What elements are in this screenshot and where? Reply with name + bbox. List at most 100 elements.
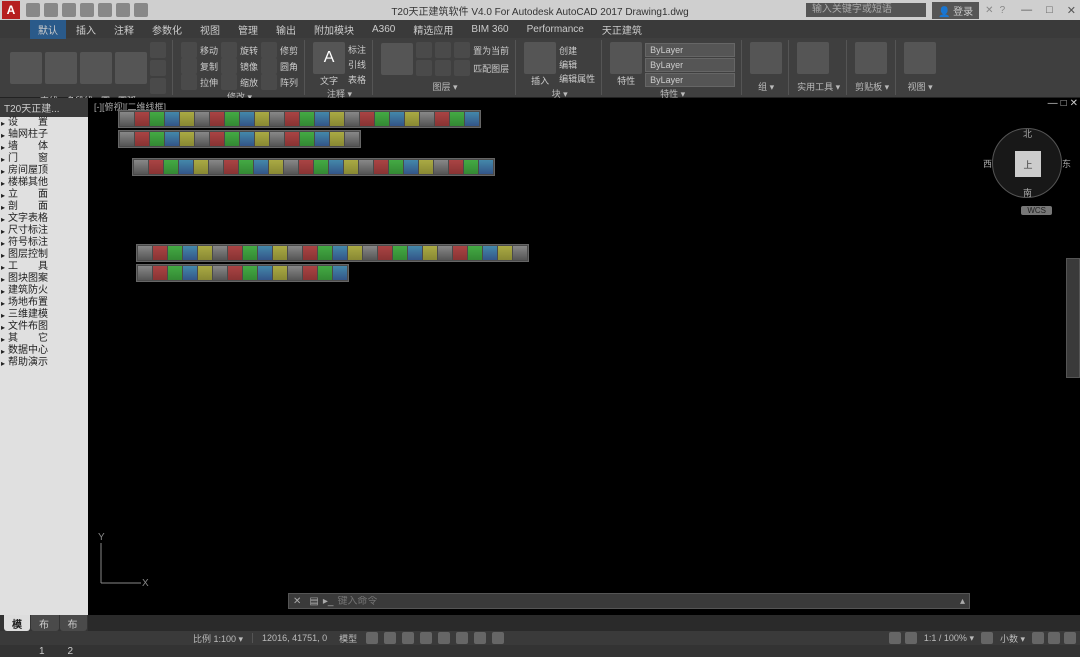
- ft5-btn-9[interactable]: [273, 266, 287, 280]
- sidepanel-title[interactable]: T20天正建...: [0, 98, 88, 117]
- linetype-combo[interactable]: ByLayer: [645, 73, 735, 87]
- ft4-btn-17[interactable]: [393, 246, 407, 260]
- wcs-badge[interactable]: WCS: [1021, 206, 1052, 215]
- status-osnap-icon[interactable]: [438, 632, 450, 644]
- layer-props-button[interactable]: [381, 43, 413, 75]
- ft1-btn-15[interactable]: [345, 112, 359, 126]
- ft4-btn-16[interactable]: [378, 246, 392, 260]
- ft4-btn-18[interactable]: [408, 246, 422, 260]
- ft3-btn-1[interactable]: [149, 160, 163, 174]
- ft4-btn-1[interactable]: [153, 246, 167, 260]
- ft4-btn-6[interactable]: [228, 246, 242, 260]
- ft2-btn-14[interactable]: [330, 132, 344, 146]
- text-button[interactable]: A: [313, 42, 345, 74]
- ft4-btn-14[interactable]: [348, 246, 362, 260]
- ft4-btn-0[interactable]: [138, 246, 152, 260]
- status-fullscreen-icon[interactable]: [1048, 632, 1060, 644]
- array-icon[interactable]: [261, 74, 277, 90]
- ft2-btn-10[interactable]: [270, 132, 284, 146]
- status-transparency-icon[interactable]: [492, 632, 504, 644]
- ft5-btn-8[interactable]: [258, 266, 272, 280]
- viewcube[interactable]: 北 西 东 南 上: [992, 128, 1062, 198]
- ft2-btn-13[interactable]: [315, 132, 329, 146]
- ft4-btn-24[interactable]: [498, 246, 512, 260]
- basepoint-button[interactable]: [904, 42, 936, 74]
- ft1-btn-16[interactable]: [360, 112, 374, 126]
- layer-icon-3[interactable]: [454, 42, 470, 58]
- color-combo[interactable]: ByLayer: [645, 43, 735, 57]
- qat-plot-icon[interactable]: [98, 3, 112, 17]
- layout-tab-2[interactable]: 布局2: [60, 615, 88, 631]
- ft1-btn-12[interactable]: [300, 112, 314, 126]
- ft5-btn-0[interactable]: [138, 266, 152, 280]
- copy-icon[interactable]: [181, 58, 197, 74]
- ft1-btn-23[interactable]: [465, 112, 479, 126]
- ft5-btn-5[interactable]: [213, 266, 227, 280]
- ft4-btn-5[interactable]: [213, 246, 227, 260]
- exchange-icon[interactable]: ✕: [985, 5, 993, 16]
- ft2-btn-0[interactable]: [120, 132, 134, 146]
- ft4-btn-22[interactable]: [468, 246, 482, 260]
- status-lwt-icon[interactable]: [474, 632, 486, 644]
- floating-toolbar-3[interactable]: [132, 158, 495, 176]
- status-anno-icon[interactable]: [905, 632, 917, 644]
- viewcube-south[interactable]: 南: [1023, 186, 1032, 199]
- floating-toolbar-4[interactable]: [136, 244, 529, 262]
- ft5-btn-7[interactable]: [243, 266, 257, 280]
- ft2-btn-6[interactable]: [210, 132, 224, 146]
- ft3-btn-13[interactable]: [329, 160, 343, 174]
- rotate-icon[interactable]: [221, 42, 237, 58]
- ft4-btn-3[interactable]: [183, 246, 197, 260]
- ft4-btn-9[interactable]: [273, 246, 287, 260]
- cmd-close-icon[interactable]: ✕: [289, 596, 305, 607]
- ft3-btn-22[interactable]: [464, 160, 478, 174]
- sidepanel-item-1[interactable]: 轴网柱子: [0, 129, 88, 141]
- sidepanel-item-15[interactable]: 场地布置: [0, 297, 88, 309]
- ft5-btn-4[interactable]: [198, 266, 212, 280]
- qat-new-icon[interactable]: [26, 3, 40, 17]
- layer-icon-5[interactable]: [435, 60, 451, 76]
- layer-icon-2[interactable]: [435, 42, 451, 58]
- status-ortho-icon[interactable]: [402, 632, 414, 644]
- block-attr-button[interactable]: 编辑属性: [559, 72, 595, 85]
- sidepanel-item-9[interactable]: 尺寸标注: [0, 225, 88, 237]
- minimize-button[interactable]: —: [1021, 4, 1032, 17]
- login-button[interactable]: 👤 登录: [932, 2, 979, 19]
- ft1-btn-5[interactable]: [195, 112, 209, 126]
- ft2-btn-8[interactable]: [240, 132, 254, 146]
- ft1-btn-11[interactable]: [285, 112, 299, 126]
- help-icon[interactable]: ?: [1000, 5, 1006, 16]
- sidepanel-item-11[interactable]: 图层控制: [0, 249, 88, 261]
- draw-misc-1-icon[interactable]: [150, 42, 166, 58]
- ft3-btn-19[interactable]: [419, 160, 433, 174]
- status-zoom[interactable]: 1:1 / 100% ▾: [921, 633, 977, 644]
- viewcube-top-face[interactable]: 上: [1015, 151, 1041, 177]
- ft1-btn-6[interactable]: [210, 112, 224, 126]
- arc-button[interactable]: [115, 52, 147, 84]
- layer-icon-1[interactable]: [416, 42, 432, 58]
- block-edit-button[interactable]: 编辑: [559, 58, 595, 71]
- sidepanel-item-4[interactable]: 房间屋顶: [0, 165, 88, 177]
- ft5-btn-2[interactable]: [168, 266, 182, 280]
- ft3-btn-12[interactable]: [314, 160, 328, 174]
- ft5-btn-3[interactable]: [183, 266, 197, 280]
- ft4-btn-7[interactable]: [243, 246, 257, 260]
- layout-tab-1[interactable]: 布局1: [31, 615, 59, 631]
- sidepanel-item-14[interactable]: 建筑防火: [0, 285, 88, 297]
- status-polar-icon[interactable]: [420, 632, 432, 644]
- ft1-btn-2[interactable]: [150, 112, 164, 126]
- draw-misc-3-icon[interactable]: [150, 78, 166, 94]
- ft3-btn-10[interactable]: [284, 160, 298, 174]
- props-button[interactable]: [610, 42, 642, 74]
- floating-toolbar-5[interactable]: [136, 264, 349, 282]
- ft3-btn-4[interactable]: [194, 160, 208, 174]
- ft4-btn-2[interactable]: [168, 246, 182, 260]
- menu-tab-5[interactable]: 管理: [230, 20, 266, 39]
- sidepanel-item-17[interactable]: 文件布图: [0, 321, 88, 333]
- layer-icon-4[interactable]: [416, 60, 432, 76]
- ft1-btn-19[interactable]: [405, 112, 419, 126]
- ft4-btn-8[interactable]: [258, 246, 272, 260]
- ft3-btn-18[interactable]: [404, 160, 418, 174]
- ft4-btn-4[interactable]: [198, 246, 212, 260]
- menu-tab-0[interactable]: 默认: [30, 20, 66, 39]
